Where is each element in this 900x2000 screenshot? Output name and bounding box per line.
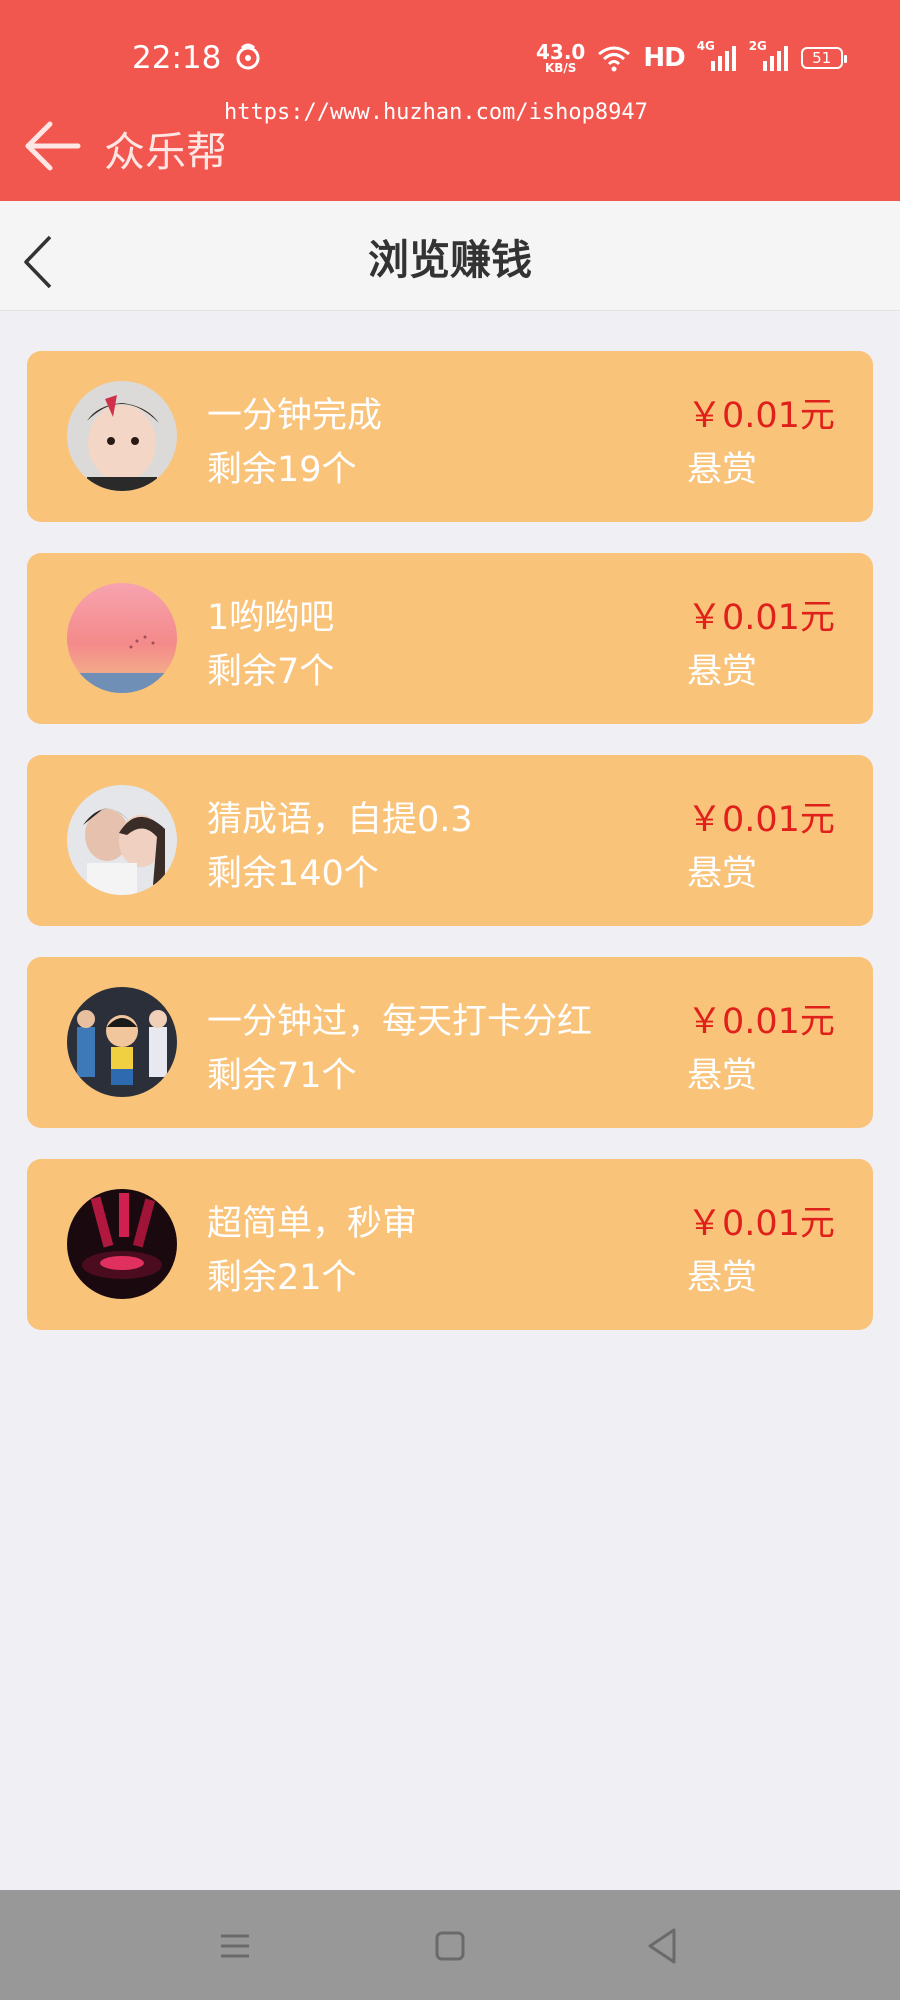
- page-title: 浏览赚钱: [368, 236, 532, 284]
- menu-icon[interactable]: [211, 1922, 259, 1970]
- task-remaining: 剩余21个: [207, 1258, 357, 1298]
- task-reward: ￥0.01元: [687, 1002, 835, 1042]
- task-remaining: 剩余71个: [207, 1056, 357, 1096]
- app-title: 众乐帮: [104, 128, 227, 176]
- status-indicators: 43.0 KB/S HD 4G 2G 51: [536, 36, 847, 80]
- signal-4g-label: 4G: [696, 39, 715, 53]
- network-speed-value: 43.0: [536, 40, 586, 64]
- task-reward: ￥0.01元: [687, 800, 835, 840]
- signal-2g-label: 2G: [748, 39, 767, 53]
- task-title: 一分钟完成: [207, 396, 383, 436]
- task-title: 超简单，秒审: [207, 1204, 418, 1244]
- avatar: [67, 987, 177, 1097]
- avatar: [67, 785, 177, 895]
- home-square-icon[interactable]: [426, 1922, 474, 1970]
- task-reward-label: 悬赏: [687, 652, 758, 692]
- arrow-left-icon[interactable]: [22, 118, 82, 174]
- status-time: 22:18: [132, 40, 222, 76]
- network-speed: 43.0 KB/S: [536, 42, 585, 74]
- back-triangle-icon[interactable]: [640, 1922, 688, 1970]
- avatar: [67, 583, 177, 693]
- signal-4g-icon: 4G: [697, 39, 737, 73]
- avatar: [67, 381, 177, 491]
- task-reward-label: 悬赏: [687, 1056, 758, 1096]
- battery-icon: 51: [800, 47, 847, 69]
- app-notification-icon: [236, 43, 260, 70]
- battery-level: 51: [812, 49, 832, 67]
- task-card[interactable]: 猜成语，自提0.3 剩余140个 ￥0.01元 悬赏: [27, 755, 873, 926]
- hd-indicator: HD: [643, 43, 685, 73]
- task-remaining: 剩余19个: [207, 450, 357, 490]
- network-speed-unit: KB/S: [544, 61, 577, 75]
- task-reward-label: 悬赏: [687, 854, 758, 894]
- task-card[interactable]: 一分钟过，每天打卡分红 剩余71个 ￥0.01元 悬赏: [27, 957, 873, 1128]
- task-remaining: 剩余7个: [207, 652, 335, 692]
- task-reward: ￥0.01元: [687, 598, 835, 638]
- wifi-icon: [598, 46, 631, 72]
- task-remaining: 剩余140个: [207, 854, 379, 894]
- task-title: 一分钟过，每天打卡分红: [207, 1002, 593, 1042]
- task-reward-label: 悬赏: [687, 1258, 758, 1298]
- task-card[interactable]: 1哟哟吧 剩余7个 ￥0.01元 悬赏: [27, 553, 873, 724]
- task-reward: ￥0.01元: [687, 396, 835, 436]
- task-card[interactable]: 超简单，秒审 剩余21个 ￥0.01元 悬赏: [27, 1159, 873, 1330]
- avatar: [67, 1189, 177, 1299]
- watermark-text: https://www.huzhan.com/ishop8947: [224, 100, 648, 125]
- signal-2g-icon: 2G: [749, 39, 789, 73]
- task-card[interactable]: 一分钟完成 剩余19个 ￥0.01元 悬赏: [27, 351, 873, 522]
- task-title: 1哟哟吧: [207, 598, 335, 638]
- task-reward: ￥0.01元: [687, 1204, 835, 1244]
- app-header-bar: 22:18 43.0 KB/S HD 4G 2G 51 https://www.…: [0, 0, 900, 201]
- task-title: 猜成语，自提0.3: [207, 800, 473, 840]
- task-reward-label: 悬赏: [687, 450, 758, 490]
